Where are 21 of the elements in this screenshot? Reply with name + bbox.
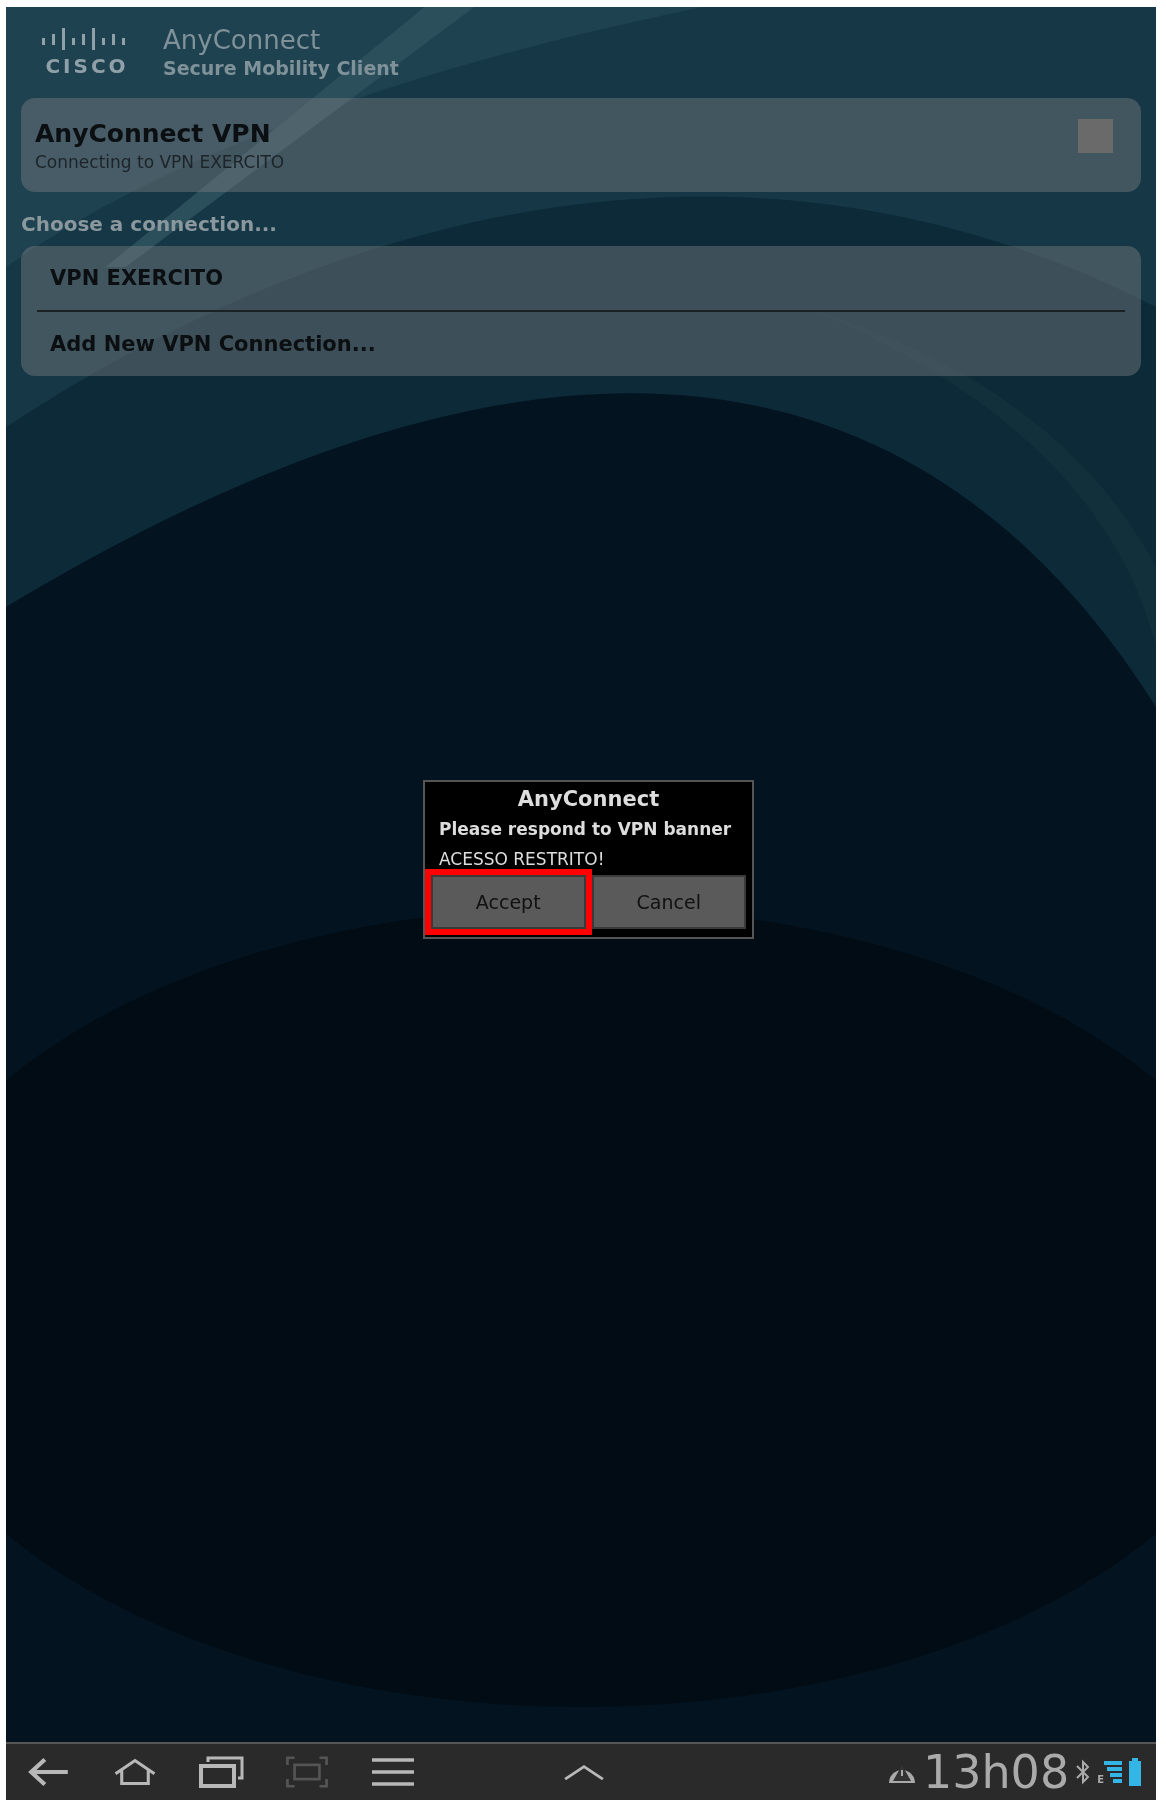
banner-text: ACESSO RESTRITO! (438, 848, 606, 871)
vpn-status: Connecting to VPN EXERCITO (35, 151, 285, 172)
dialog-title: AnyConnect (516, 786, 661, 813)
dialog-message: Please respond to VPN banner (438, 819, 733, 839)
logo-text: CISCO (45, 55, 129, 77)
clock: 13h08 (922, 1747, 1070, 1797)
vpn-toggle[interactable] (1078, 119, 1113, 153)
vpn-title: AnyConnect VPN (35, 118, 272, 148)
app-subtitle: Secure Mobility Client (163, 55, 399, 81)
menu-icon[interactable] (370, 1756, 416, 1788)
home-icon[interactable] (112, 1756, 158, 1788)
battery-icon (1128, 1757, 1142, 1787)
connection-item[interactable]: VPN EXERCITO (37, 246, 1125, 310)
network-type: E (1097, 1774, 1104, 1785)
recent-apps-icon[interactable] (198, 1756, 244, 1788)
cancel-button[interactable]: Cancel (591, 875, 746, 929)
bluetooth-icon (1075, 1757, 1092, 1787)
connection-item[interactable]: Add New VPN Connection... (37, 312, 1125, 376)
app-name: AnyConnect (163, 24, 322, 55)
signal-icon (1104, 1759, 1122, 1785)
section-label: Choose a connection... (21, 211, 278, 238)
